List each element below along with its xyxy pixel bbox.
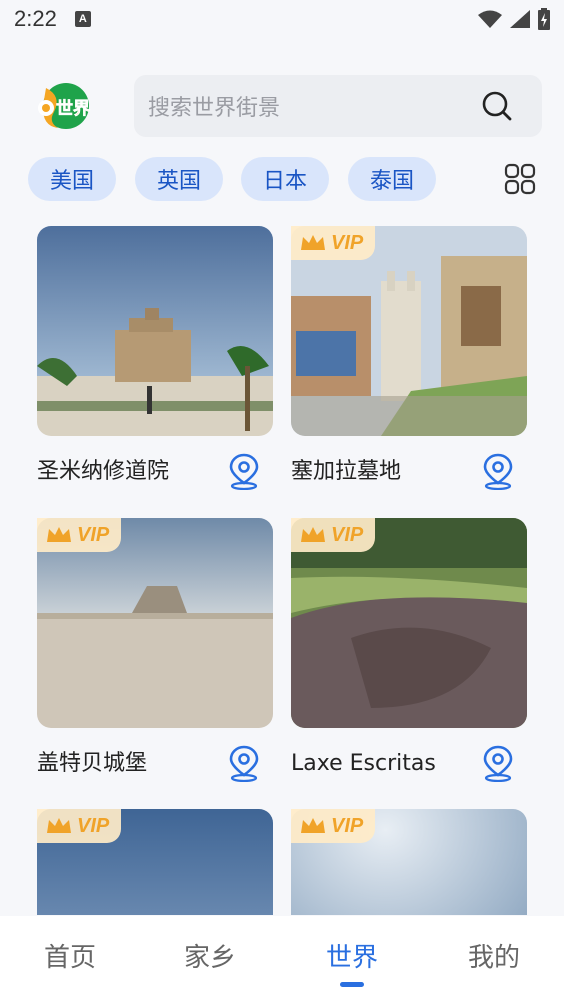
- place-title[interactable]: 圣米纳修道院: [37, 452, 217, 492]
- chip-thailand[interactable]: 泰国: [348, 157, 436, 201]
- crown-icon: [301, 818, 325, 833]
- header: 世界 搜索世界街景: [0, 72, 564, 142]
- chip-usa[interactable]: 美国: [28, 157, 116, 201]
- wifi-icon: [478, 10, 502, 28]
- notification-icon: A: [74, 11, 91, 27]
- place-grid: 圣米纳修道院 VIP 塞加拉墓地 VIP 盖特贝城堡 VIP Laxe Escr…: [0, 225, 564, 915]
- nav-mine[interactable]: 我的: [444, 938, 544, 978]
- place-image[interactable]: [37, 226, 273, 436]
- vip-badge: VIP: [37, 518, 121, 552]
- nav-active-indicator: [340, 982, 364, 987]
- search-input[interactable]: 搜索世界街景: [148, 90, 480, 122]
- search-icon[interactable]: [480, 89, 514, 123]
- map-pin-icon[interactable]: [481, 744, 515, 782]
- map-pin-icon[interactable]: [227, 744, 261, 782]
- place-title[interactable]: 塞加拉墓地: [291, 452, 471, 492]
- vip-text: VIP: [77, 814, 110, 837]
- map-pin-icon[interactable]: [481, 452, 515, 490]
- vip-badge: VIP: [291, 226, 375, 260]
- vip-text: VIP: [331, 523, 364, 546]
- bottom-nav: 首页 家乡 世界 我的: [0, 916, 564, 1004]
- place-title[interactable]: 盖特贝城堡: [37, 744, 217, 784]
- chip-japan[interactable]: 日本: [241, 157, 329, 201]
- status-icons: [478, 8, 550, 30]
- signal-icon: [510, 10, 530, 28]
- status-time: 2:22: [14, 6, 57, 31]
- logo-text: 世界: [56, 99, 90, 119]
- search-bar[interactable]: 搜索世界街景: [134, 75, 542, 137]
- crown-icon: [47, 527, 71, 542]
- map-pin-icon[interactable]: [227, 452, 261, 490]
- nav-hometown[interactable]: 家乡: [160, 938, 260, 978]
- vip-text: VIP: [331, 231, 364, 254]
- vip-text: VIP: [331, 814, 364, 837]
- app-logo: 世界: [38, 83, 90, 129]
- place-title[interactable]: Laxe Escritas: [291, 744, 471, 784]
- battery-icon: [538, 8, 550, 30]
- crown-icon: [301, 527, 325, 542]
- country-chips: 美国 英国 日本 泰国: [28, 157, 548, 201]
- nav-world[interactable]: 世界: [302, 938, 402, 978]
- vip-text: VIP: [77, 523, 110, 546]
- crown-icon: [47, 818, 71, 833]
- vip-badge: VIP: [291, 809, 375, 843]
- grid-view-icon[interactable]: [504, 163, 536, 195]
- chip-uk[interactable]: 英国: [135, 157, 223, 201]
- vip-badge: VIP: [291, 518, 375, 552]
- nav-home[interactable]: 首页: [20, 938, 120, 978]
- status-bar: 2:22 A: [0, 0, 564, 38]
- crown-icon: [301, 235, 325, 250]
- vip-badge: VIP: [37, 809, 121, 843]
